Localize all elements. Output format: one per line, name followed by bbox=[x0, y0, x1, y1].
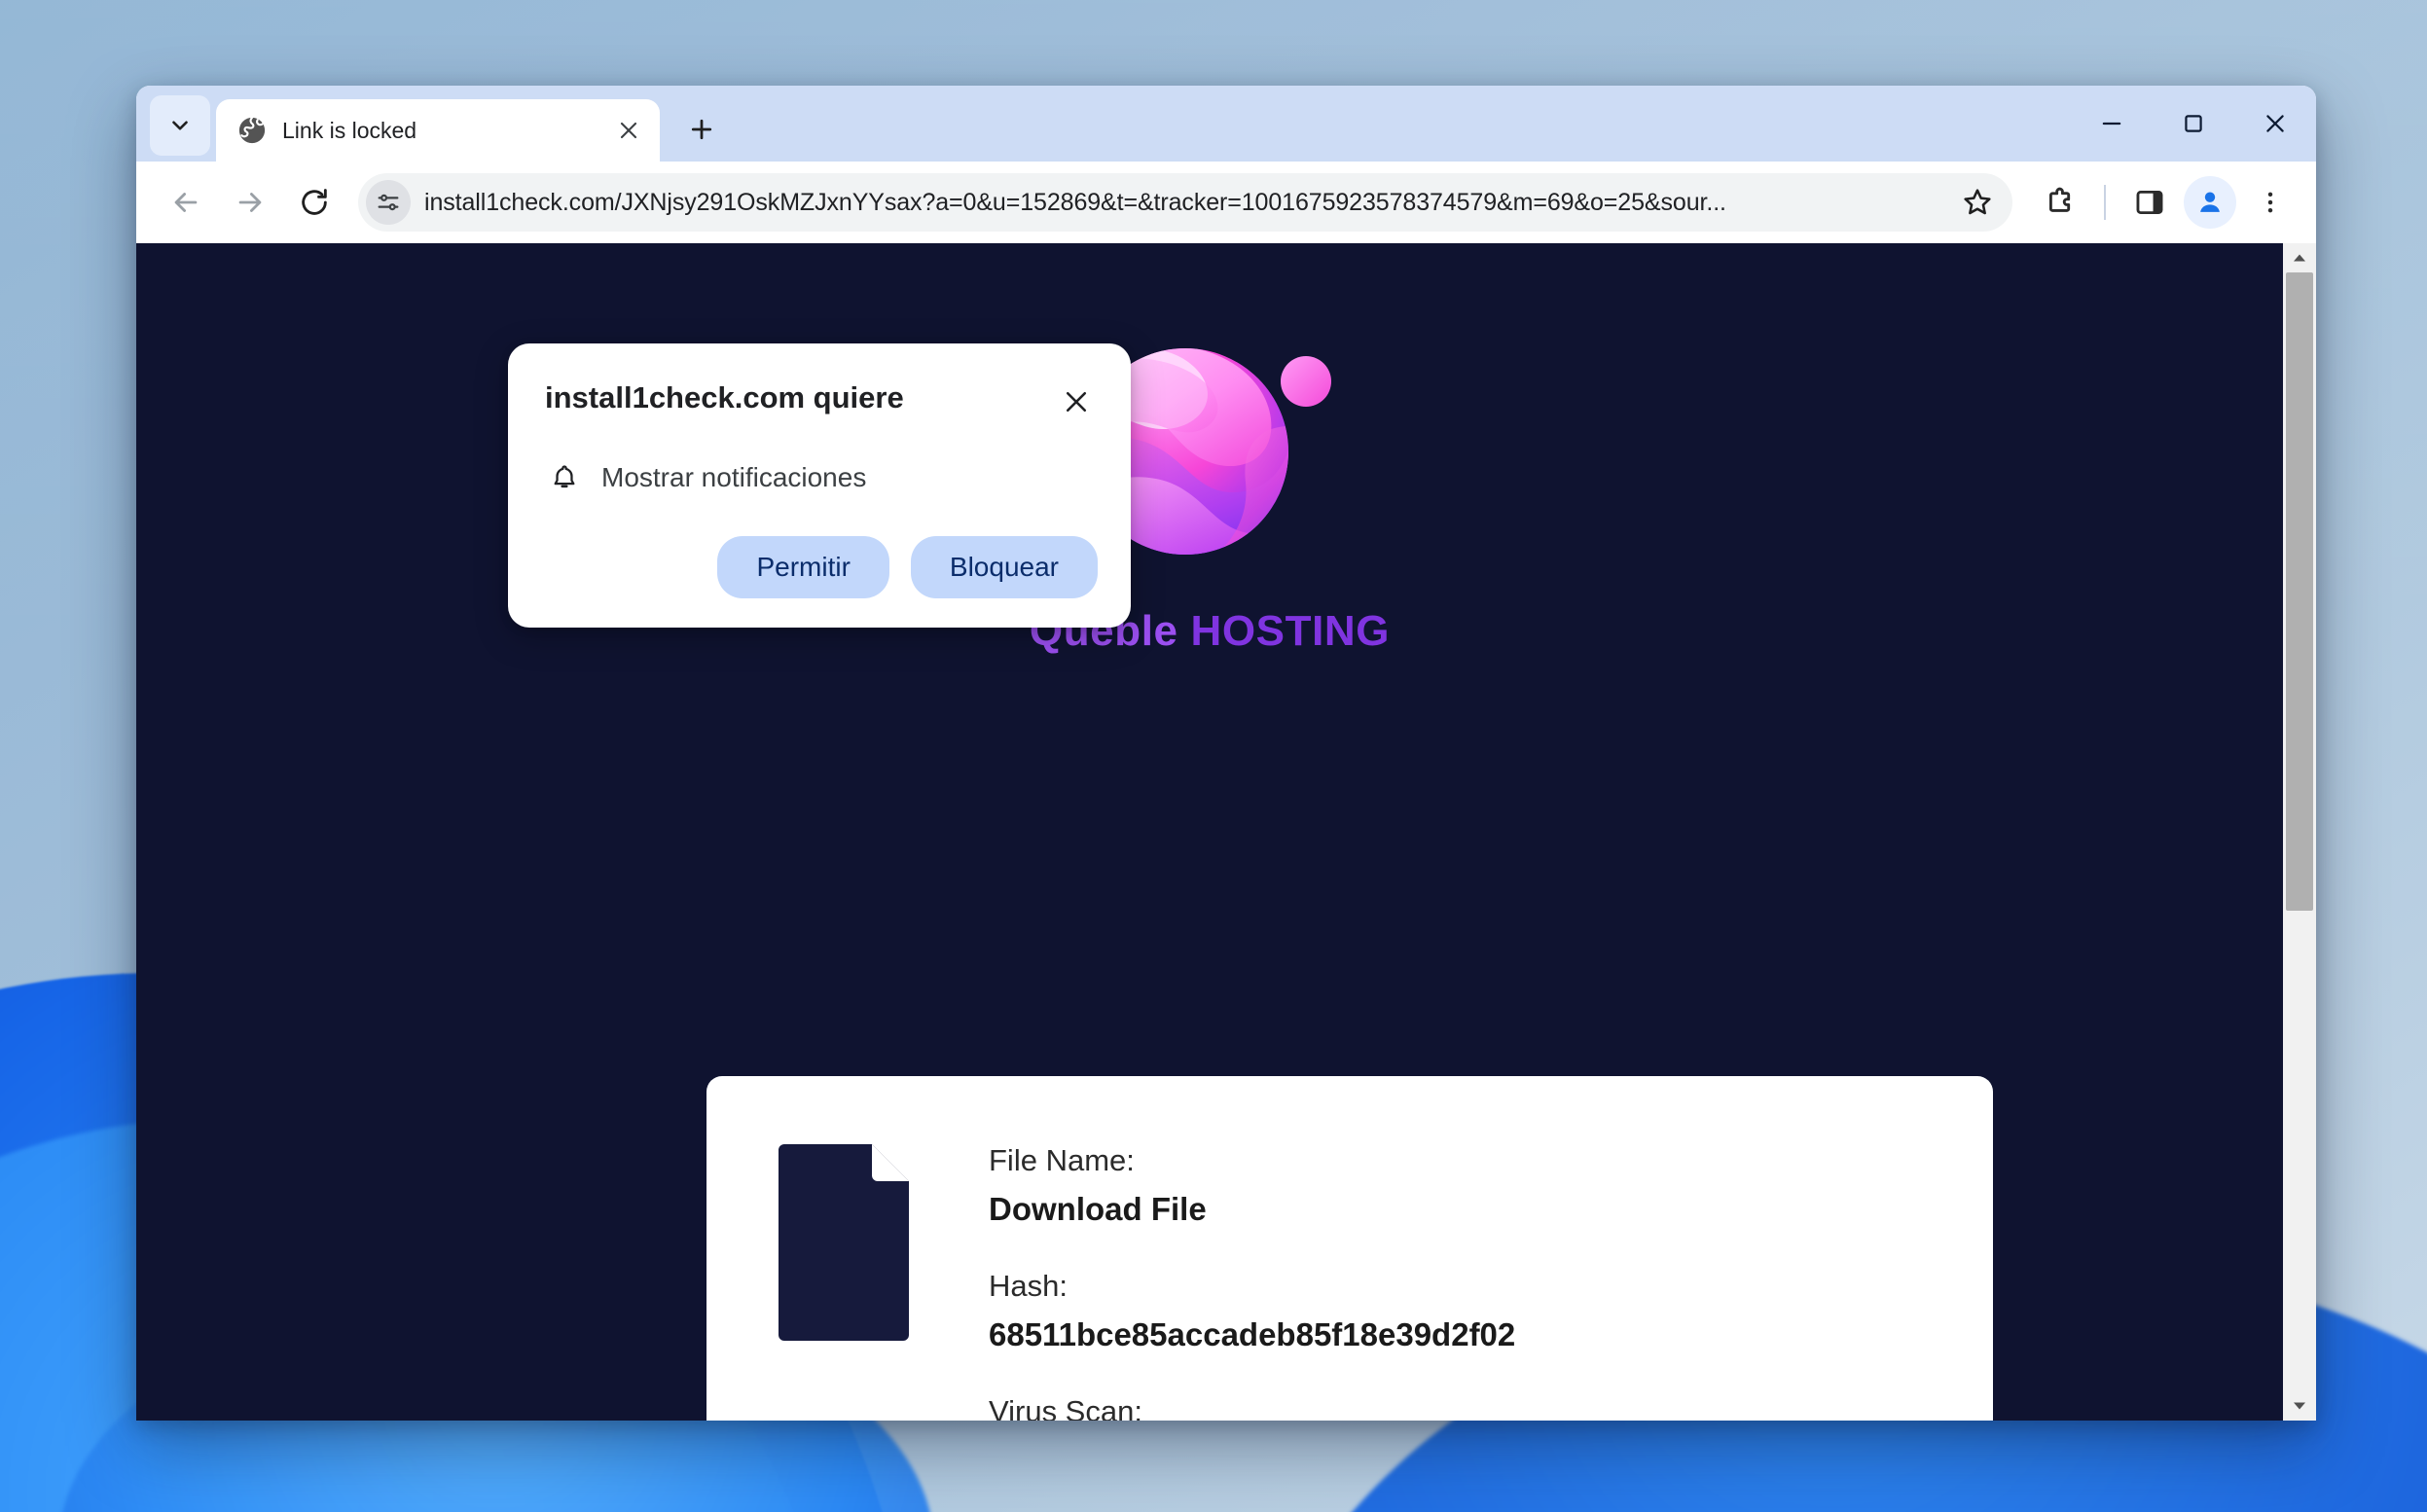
scrollbar-down-button[interactable] bbox=[2283, 1391, 2316, 1421]
tab-close-button[interactable] bbox=[611, 113, 646, 148]
page-viewport: Queble HOSTING File Name: Download File bbox=[136, 243, 2316, 1421]
tab-search-button[interactable] bbox=[150, 95, 210, 156]
profile-button[interactable] bbox=[2184, 176, 2236, 229]
tune-icon bbox=[378, 194, 399, 211]
arrow-right-icon bbox=[238, 193, 262, 212]
tab-strip: Link is locked bbox=[136, 86, 2316, 162]
file-fields: File Name: Download File Hash: 68511bce8… bbox=[989, 1136, 1929, 1421]
allow-button[interactable]: Permitir bbox=[717, 536, 889, 598]
close-icon bbox=[1066, 391, 1087, 413]
hash-label: Hash: bbox=[989, 1268, 1068, 1303]
close-window-button[interactable] bbox=[2234, 86, 2316, 162]
tab-title: Link is locked bbox=[282, 117, 417, 143]
caret-up-icon bbox=[2294, 254, 2305, 262]
site-logo-block: Queble HOSTING bbox=[136, 327, 2283, 656]
site-settings-button[interactable] bbox=[366, 180, 411, 225]
brand-word-2: HOSTING bbox=[1190, 607, 1391, 655]
minimize-button[interactable] bbox=[2071, 86, 2153, 162]
side-panel-icon bbox=[2136, 190, 2163, 215]
popup-close-button[interactable] bbox=[1055, 380, 1098, 423]
maximize-button[interactable] bbox=[2153, 86, 2234, 162]
globe-icon bbox=[238, 116, 266, 144]
file-info-card: File Name: Download File Hash: 68511bce8… bbox=[706, 1076, 1993, 1421]
chevron-down-icon bbox=[172, 121, 188, 130]
chrome-menu-button[interactable] bbox=[2240, 172, 2300, 233]
popup-request-row: Mostrar notificaciones bbox=[545, 462, 1098, 493]
popup-title: install1check.com quiere bbox=[545, 380, 904, 414]
browser-tab[interactable]: Link is locked bbox=[216, 99, 660, 162]
url-text: install1check.com/JXNjsy291OskMZJxnYYsax… bbox=[424, 188, 1726, 216]
window-controls bbox=[2071, 86, 2316, 162]
address-bar[interactable]: install1check.com/JXNjsy291OskMZJxnYYsax… bbox=[358, 173, 2012, 232]
block-button[interactable]: Bloquear bbox=[910, 536, 1098, 598]
forward-button[interactable] bbox=[220, 172, 280, 233]
puzzle-icon bbox=[2048, 187, 2071, 212]
bell-icon bbox=[554, 465, 575, 488]
web-page-content: Queble HOSTING File Name: Download File bbox=[136, 243, 2283, 1421]
star-icon bbox=[1964, 189, 1991, 215]
popup-request-text: Mostrar notificaciones bbox=[601, 462, 867, 492]
browser-window: Link is locked install1check.com/JXNjsy2… bbox=[136, 86, 2316, 1421]
reload-icon bbox=[302, 189, 327, 215]
arrow-left-icon bbox=[174, 193, 198, 212]
back-button[interactable] bbox=[156, 172, 216, 233]
virus-scan-label: Virus Scan: bbox=[989, 1393, 1142, 1421]
bookmark-button[interactable] bbox=[1954, 179, 2001, 226]
plus-icon bbox=[691, 119, 712, 140]
scrollbar-up-button[interactable] bbox=[2283, 243, 2316, 272]
field-spacer bbox=[989, 1354, 1929, 1393]
caret-down-icon bbox=[2294, 1402, 2305, 1410]
popup-actions: Permitir Bloquear bbox=[545, 536, 1098, 598]
hash-value: 68511bce85accadeb85f18e39d2f02 bbox=[989, 1315, 1516, 1352]
new-tab-button[interactable] bbox=[675, 103, 728, 156]
avatar-icon bbox=[2200, 192, 2220, 212]
notification-permission-popup: install1check.com quiere Mostrar notific… bbox=[508, 343, 1131, 628]
close-icon bbox=[2266, 115, 2284, 132]
file-name-value: Download File bbox=[989, 1191, 1207, 1228]
maximize-icon bbox=[2185, 115, 2202, 132]
browser-toolbar: install1check.com/JXNjsy291OskMZJxnYYsax… bbox=[136, 162, 2316, 243]
extensions-button[interactable] bbox=[2030, 172, 2090, 233]
file-name-label: File Name: bbox=[989, 1143, 1135, 1177]
page-scrollbar[interactable] bbox=[2283, 243, 2316, 1421]
toolbar-divider bbox=[2104, 185, 2106, 220]
side-panel-button[interactable] bbox=[2119, 172, 2180, 233]
document-icon bbox=[779, 1144, 909, 1341]
popup-header: install1check.com quiere bbox=[545, 380, 1098, 423]
file-info-row: File Name: Download File Hash: 68511bce8… bbox=[771, 1136, 1929, 1421]
more-vertical-icon bbox=[2267, 192, 2273, 213]
close-icon bbox=[620, 122, 637, 139]
scrollbar-thumb[interactable] bbox=[2286, 272, 2313, 911]
field-spacer bbox=[989, 1229, 1929, 1268]
scrollbar-track[interactable] bbox=[2283, 272, 2316, 1391]
reload-button[interactable] bbox=[284, 172, 344, 233]
minimize-icon bbox=[2102, 122, 2121, 126]
